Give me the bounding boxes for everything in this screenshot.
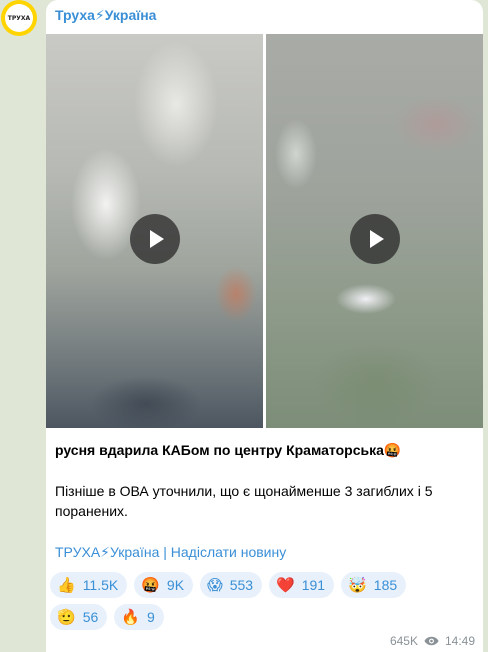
reaction-count: 11.5K — [82, 577, 119, 593]
media-album — [46, 34, 483, 428]
reaction-thumbs-up[interactable]: 👍 11.5K — [50, 572, 128, 598]
message-text: русня вдарила КАБом по центру Краматорсь… — [55, 440, 475, 521]
channel-link[interactable]: ТРУХА⚡Україна | Надіслати новину — [55, 544, 286, 561]
reaction-count: 56 — [82, 609, 99, 625]
reaction-count: 185 — [373, 577, 398, 593]
message-meta: 645K 14:49 — [390, 634, 475, 648]
avatar-logo-text: ТРУХА — [5, 4, 33, 32]
reaction-scream[interactable]: 😱 553 — [200, 572, 263, 598]
thumbs-up-icon: 👍 — [57, 576, 76, 594]
reaction-count: 553 — [229, 577, 254, 593]
message-bubble: Труха⚡Україна русня вдарила КАБом по цен… — [46, 0, 483, 652]
video-thumbnail-2[interactable] — [266, 34, 483, 428]
screaming-face-icon: 😱 — [207, 576, 223, 594]
reaction-salute[interactable]: 🫡 56 — [50, 604, 108, 630]
angry-face-icon: 🤬 — [141, 576, 160, 594]
play-icon — [149, 230, 164, 248]
reaction-count: 9 — [146, 609, 155, 625]
reaction-angry[interactable]: 🤬 9K — [134, 572, 194, 598]
message-time: 14:49 — [444, 634, 475, 648]
play-button[interactable] — [129, 214, 180, 264]
play-button[interactable] — [349, 214, 400, 264]
fire-icon: 🔥 — [121, 608, 140, 626]
play-icon — [369, 230, 384, 248]
views-count: 645K — [389, 634, 418, 648]
heart-icon: ❤️ — [276, 576, 295, 594]
reaction-mind-blown[interactable]: 🤯 185 — [341, 572, 407, 598]
exploding-head-icon: 🤯 — [348, 576, 367, 594]
reaction-count: 9K — [166, 577, 185, 593]
video-thumbnail-1[interactable] — [46, 34, 263, 428]
saluting-face-icon: 🫡 — [57, 608, 76, 626]
channel-name-link[interactable]: Труха⚡Україна — [55, 7, 156, 24]
eye-icon — [424, 636, 439, 646]
post-headline: русня вдарила КАБом по центру Краматорсь… — [55, 442, 402, 458]
reaction-heart[interactable]: ❤️ 191 — [269, 572, 335, 598]
reaction-fire[interactable]: 🔥 9 — [114, 604, 164, 630]
post-body: Пізніше в ОВА уточнили, що є щонайменше … — [55, 483, 433, 519]
reactions-bar: 👍 11.5K 🤬 9K 😱 553 ❤️ 191 🤯 185 🫡 56 🔥 9 — [50, 572, 470, 630]
channel-avatar[interactable]: ТРУХА — [1, 0, 37, 36]
reaction-count: 191 — [301, 577, 326, 593]
